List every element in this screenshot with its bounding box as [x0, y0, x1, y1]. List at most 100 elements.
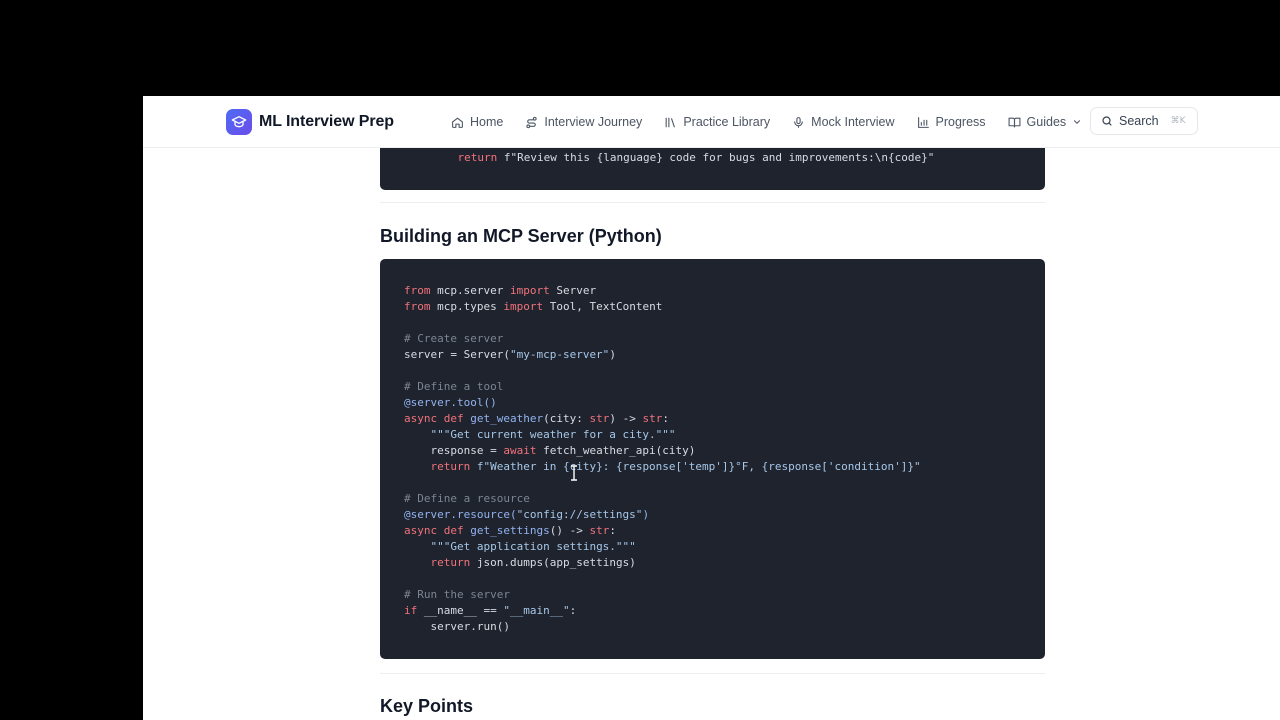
home-icon — [452, 117, 463, 128]
main-nav: Home Interview Journey Practice Library … — [451, 110, 1082, 134]
code-token: import — [509, 284, 550, 297]
code-line: # Create server — [404, 331, 503, 347]
code-line: from mcp.types import Tool, TextContent — [404, 299, 662, 315]
code-token: async — [404, 524, 438, 537]
code-line: return json.dumps(app_settings) — [404, 555, 636, 571]
code-line: async def get_weather(city: str) -> str: — [404, 411, 669, 427]
code-line: server.run() — [404, 619, 510, 635]
route-icon — [526, 116, 537, 128]
code-token: # Run the server — [404, 588, 510, 601]
code-token: ) -> — [609, 412, 643, 425]
code-token: (city: — [543, 412, 590, 425]
code-token: def — [443, 412, 464, 425]
code-token: """Get application settings.""" — [430, 540, 636, 553]
code-line: """Get application settings.""" — [404, 539, 636, 555]
code-line: async def get_settings() -> str: — [404, 523, 616, 539]
nav-guides-label: Guides — [1026, 115, 1067, 129]
nav-mock-interview[interactable]: Mock Interview — [792, 110, 895, 134]
code-line: if __name__ == "__main__": — [404, 603, 576, 619]
top-navbar: ML Interview Prep Home Interview Journey… — [143, 96, 1280, 148]
code-token: response = — [404, 444, 504, 457]
nav-interview-journey[interactable]: Interview Journey — [525, 110, 642, 134]
code-token: async — [404, 412, 438, 425]
library-icon — [665, 117, 676, 127]
code-token: # Define a resource — [404, 492, 530, 505]
code-token: server.run() — [404, 620, 510, 633]
code-token: if — [404, 604, 418, 617]
code-token: server = Server( — [404, 348, 510, 361]
mcp-server-code-block: from mcp.server import Server from mcp.ty… — [380, 259, 1045, 659]
browser-viewport: ML Interview Prep Home Interview Journey… — [143, 96, 1280, 720]
code-token: await — [503, 444, 537, 457]
section-divider — [380, 673, 1045, 674]
book-open-icon — [1008, 117, 1021, 127]
microphone-icon — [794, 116, 803, 128]
code-token: @server.tool() — [404, 396, 497, 409]
search-shortcut: ⌘K — [1170, 116, 1186, 126]
code-token: "config://settings" — [516, 508, 643, 521]
nav-home[interactable]: Home — [451, 110, 503, 134]
code-token: f"Weather in {city}: {response['temp']}°… — [476, 460, 921, 473]
code-token: json.dumps(app_settings) — [470, 556, 636, 569]
search-button[interactable]: Search ⌘K — [1090, 107, 1198, 135]
code-token: ) — [642, 508, 650, 521]
nav-practice-library[interactable]: Practice Library — [664, 110, 770, 134]
search-label: Search — [1119, 114, 1159, 128]
code-token: str — [642, 412, 663, 425]
nav-home-label: Home — [470, 115, 504, 129]
code-token: mcp.server — [430, 284, 510, 297]
graduation-cap-icon — [226, 109, 252, 135]
search-icon — [1102, 116, 1112, 126]
nav-progress-label: Progress — [935, 115, 986, 129]
code-token: return — [430, 460, 471, 473]
code-token: mcp.types — [430, 300, 504, 313]
code-line: return f"Review this {language} code for… — [431, 150, 935, 166]
nav-practice-library-label: Practice Library — [683, 115, 771, 129]
code-line: @server.tool() — [404, 395, 497, 411]
code-token: from — [404, 284, 431, 297]
code-token: "my-mcp-server" — [509, 348, 610, 361]
code-token: # Create server — [404, 332, 504, 345]
section-divider — [380, 202, 1045, 203]
brand-link[interactable]: ML Interview Prep — [226, 109, 394, 135]
code-token: str — [589, 524, 610, 537]
code-token: ) — [609, 348, 616, 361]
code-token: str — [589, 412, 610, 425]
code-line: # Define a resource — [404, 491, 530, 507]
code-token: f"Review this {language} code for bugs a… — [497, 151, 935, 164]
code-token: Server — [549, 284, 597, 297]
code-token: return — [430, 556, 471, 569]
code-token: return — [457, 151, 498, 164]
text-cursor-icon — [571, 465, 577, 481]
code-token: fetch_weather_api(city) — [536, 444, 696, 457]
nav-guides-dropdown[interactable]: Guides — [1008, 110, 1083, 134]
nav-progress[interactable]: Progress — [917, 110, 986, 134]
code-token: Tool, TextContent — [543, 300, 663, 313]
code-line: # Run the server — [404, 587, 510, 603]
code-line: """Get current weather for a city.""" — [404, 427, 676, 443]
code-token: "__main__" — [503, 604, 570, 617]
code-line: # Define a tool — [404, 379, 503, 395]
nav-interview-journey-label: Interview Journey — [544, 115, 643, 129]
code-token: get_weather — [470, 412, 544, 425]
code-token: import — [503, 300, 544, 313]
code-token: """Get current weather for a city.""" — [430, 428, 676, 441]
bar-chart-icon — [917, 116, 929, 128]
code-line: @server.resource("config://settings") — [404, 507, 649, 523]
code-token: # Define a tool — [404, 380, 504, 393]
code-line: return f"Weather in {city}: {response['t… — [404, 459, 921, 475]
code-line: from mcp.server import Server — [404, 283, 596, 299]
code-token: : — [569, 604, 577, 617]
code-token: def — [443, 524, 464, 537]
code-token: : — [662, 412, 669, 425]
section-heading: Building an MCP Server (Python) — [380, 226, 662, 246]
code-token: () -> — [549, 524, 590, 537]
code-token: : — [609, 524, 616, 537]
